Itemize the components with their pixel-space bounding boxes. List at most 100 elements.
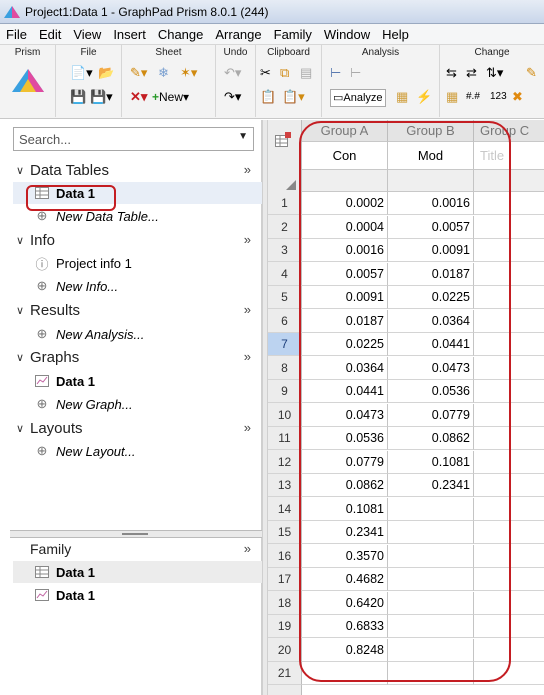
cell-group-b[interactable]: 0.0536: [388, 380, 474, 403]
cell-group-a[interactable]: 0.0441: [302, 380, 388, 403]
format-table-icon[interactable]: ▦: [446, 89, 458, 105]
delete-sheet-icon[interactable]: ✕▾: [130, 89, 147, 105]
nav-new-analysis[interactable]: ⊕ New Analysis...: [34, 324, 145, 344]
chevron-down-icon[interactable]: ∨: [16, 164, 30, 177]
cell-group-a[interactable]: 0.0536: [302, 427, 388, 450]
row-number[interactable]: 1: [268, 192, 302, 215]
row-number[interactable]: 14: [268, 497, 302, 521]
cell-group-b[interactable]: 0.0779: [388, 403, 474, 427]
clear-icon[interactable]: ✖: [512, 89, 523, 105]
menu-family[interactable]: Family: [268, 27, 318, 42]
paste-options-icon[interactable]: 📋▾: [282, 89, 305, 105]
cell-group-a[interactable]: 0.1081: [302, 497, 388, 521]
row-number[interactable]: 17: [268, 568, 302, 591]
cell-group-a[interactable]: 0.0002: [302, 192, 388, 215]
column-title-c[interactable]: Title: [474, 142, 544, 170]
menu-file[interactable]: File: [0, 27, 33, 42]
menu-change[interactable]: Change: [152, 27, 210, 42]
row-number[interactable]: 9: [268, 380, 302, 403]
row-number[interactable]: 2: [268, 215, 302, 239]
row-number[interactable]: 7: [268, 333, 302, 356]
cell-group-c[interactable]: [474, 521, 544, 544]
cell-group-c[interactable]: [474, 498, 544, 521]
pane-splitter[interactable]: [10, 530, 262, 538]
cell-group-c[interactable]: [474, 216, 544, 239]
row-number[interactable]: 16: [268, 544, 302, 568]
open-file-icon[interactable]: 📂: [98, 65, 114, 81]
cell-group-b[interactable]: 0.0473: [388, 356, 474, 380]
save-icon[interactable]: 💾: [70, 89, 86, 105]
cell-group-a[interactable]: 0.6420: [302, 591, 388, 615]
analysis-chart-icon[interactable]: ⊢: [330, 65, 341, 81]
cell-group-b[interactable]: [388, 638, 474, 662]
column-header-group-c[interactable]: Group C: [474, 120, 544, 142]
expand-icon[interactable]: »: [244, 232, 251, 247]
copy-icon[interactable]: ⧉: [280, 65, 289, 81]
paste-icon[interactable]: 📋: [260, 89, 276, 105]
expand-icon[interactable]: »: [244, 349, 251, 364]
section-graphs[interactable]: ∨ Graphs: [16, 347, 79, 367]
menu-insert[interactable]: Insert: [107, 27, 152, 42]
cell-group-b[interactable]: 0.0441: [388, 333, 474, 356]
menu-arrange[interactable]: Arrange: [209, 27, 267, 42]
table-format-icon[interactable]: [275, 132, 291, 147]
cell-group-a[interactable]: 0.0057: [302, 262, 388, 286]
search-input[interactable]: Search...: [19, 132, 71, 147]
chevron-down-icon[interactable]: ∨: [16, 351, 30, 364]
menu-help[interactable]: Help: [376, 27, 415, 42]
cell-group-b[interactable]: 0.0187: [388, 262, 474, 286]
row-number[interactable]: 18: [268, 591, 302, 615]
cell-group-b[interactable]: [388, 662, 474, 685]
column-title-b[interactable]: Mod: [388, 142, 474, 170]
family-item-graph[interactable]: Data 1: [34, 585, 95, 605]
section-data-tables[interactable]: ∨ Data Tables: [16, 160, 109, 180]
save-as-icon[interactable]: 💾▾: [90, 89, 113, 105]
sort-icon[interactable]: ⇅▾: [486, 65, 503, 81]
cell-group-b[interactable]: 0.0225: [388, 286, 474, 309]
search-box[interactable]: Search... ▼: [13, 127, 254, 151]
prism-logo-icon[interactable]: [12, 67, 44, 97]
section-layouts[interactable]: ∨ Layouts: [16, 418, 83, 438]
chevron-down-icon[interactable]: ∨: [16, 422, 30, 435]
cell-group-b[interactable]: [388, 591, 474, 615]
cell-group-b[interactable]: 0.2341: [388, 474, 474, 497]
row-number[interactable]: 6: [268, 309, 302, 333]
cell-group-a[interactable]: [302, 662, 388, 685]
cell-group-a[interactable]: 0.0091: [302, 286, 388, 309]
cell-group-c[interactable]: [474, 568, 544, 591]
cell-group-c[interactable]: [474, 545, 544, 568]
new-sheet-button[interactable]: +New▾: [152, 89, 189, 105]
cell-group-a[interactable]: 0.0779: [302, 450, 388, 474]
section-results[interactable]: ∨ Results: [16, 300, 80, 320]
paste-special-icon[interactable]: ▤: [300, 65, 312, 81]
decimal-format-icon[interactable]: #.#: [466, 89, 480, 105]
cell-group-c[interactable]: [474, 239, 544, 262]
row-number[interactable]: 19: [268, 615, 302, 638]
nav-project-info-1[interactable]: ⓘ Project info 1: [34, 253, 131, 273]
table-results-icon[interactable]: ▦: [396, 89, 408, 105]
nav-new-data-table[interactable]: ⊕ New Data Table...: [34, 206, 159, 226]
expand-icon[interactable]: »: [244, 541, 251, 556]
format-icon[interactable]: ✎: [526, 65, 537, 81]
cell-group-c[interactable]: [474, 662, 544, 685]
row-number[interactable]: 10: [268, 403, 302, 427]
cell-group-b[interactable]: [388, 568, 474, 591]
insert-column-icon[interactable]: ⇆: [446, 65, 457, 81]
analysis-chart2-icon[interactable]: ⊢: [350, 65, 361, 81]
column-header-group-a[interactable]: Group A: [302, 120, 388, 142]
cell-group-b[interactable]: 0.1081: [388, 450, 474, 474]
menu-view[interactable]: View: [67, 27, 107, 42]
nav-graph-data1[interactable]: Data 1: [34, 371, 95, 391]
nav-new-graph[interactable]: ⊕ New Graph...: [34, 394, 133, 414]
cell-group-a[interactable]: 0.0862: [302, 474, 388, 497]
row-number[interactable]: 4: [268, 262, 302, 286]
splitter-grip[interactable]: [122, 533, 148, 535]
cell-group-a[interactable]: 0.0225: [302, 333, 388, 356]
chevron-down-icon[interactable]: ∨: [16, 234, 30, 247]
snowflake-icon[interactable]: ❄: [158, 65, 169, 81]
nav-new-info[interactable]: ⊕ New Info...: [34, 276, 119, 296]
cell-group-b[interactable]: 0.0057: [388, 215, 474, 239]
chevron-down-icon[interactable]: ∨: [16, 304, 30, 317]
expand-icon[interactable]: »: [244, 302, 251, 317]
cut-icon[interactable]: ✂: [260, 65, 271, 81]
